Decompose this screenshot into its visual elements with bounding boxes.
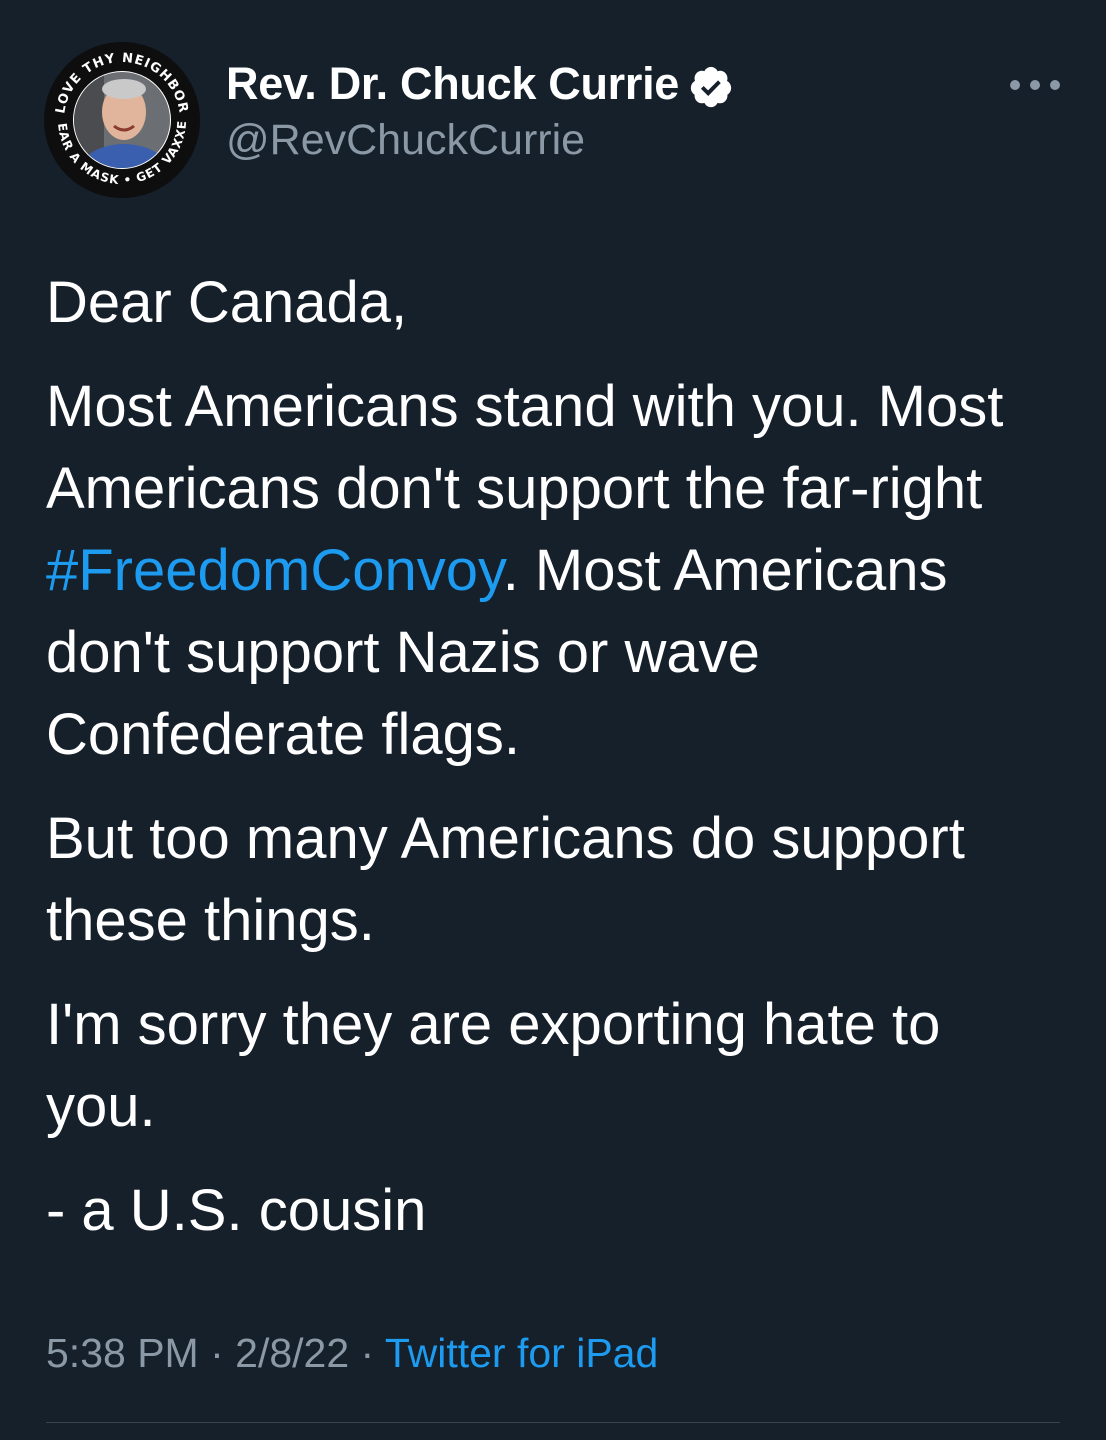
more-dot-icon: [1010, 80, 1020, 90]
more-options-button[interactable]: [1010, 70, 1060, 100]
meta-separator: ·: [349, 1330, 385, 1376]
tweet-signoff: - a U.S. cousin: [46, 1178, 427, 1243]
tweet-paragraph: But too many Americans do support these …: [46, 806, 965, 953]
avatar-image: LOVE THY NEIGHBOR WEAR A MASK • GET VAXX…: [44, 42, 200, 198]
tweet-text: Dear Canada, Most Americans stand with y…: [46, 262, 1066, 1274]
more-dot-icon: [1030, 80, 1040, 90]
divider: [46, 1422, 1060, 1423]
more-dot-icon: [1050, 80, 1060, 90]
user-handle[interactable]: @RevChuckCurrie: [226, 116, 585, 165]
display-name[interactable]: Rev. Dr. Chuck Currie: [226, 58, 679, 110]
tweet-paragraph: I'm sorry they are exporting hate to you…: [46, 992, 941, 1139]
tweet-paragraph-main: Most Americans stand with you. Most Amer…: [46, 366, 1066, 776]
meta-separator: ·: [198, 1330, 236, 1376]
tweet-meta: 5:38 PM · 2/8/22 · Twitter for iPad: [46, 1330, 658, 1377]
tweet-date[interactable]: 2/8/22: [235, 1330, 349, 1376]
verified-badge-icon: [690, 66, 732, 108]
tweet-time[interactable]: 5:38 PM: [46, 1330, 199, 1376]
tweet: LOVE THY NEIGHBOR WEAR A MASK • GET VAXX…: [0, 0, 1106, 1440]
tweet-greeting: Dear Canada,: [46, 270, 408, 335]
tweet-source-link[interactable]: Twitter for iPad: [385, 1330, 658, 1376]
avatar[interactable]: LOVE THY NEIGHBOR WEAR A MASK • GET VAXX…: [44, 42, 200, 198]
tweet-text-segment: Most Americans stand with you. Most Amer…: [46, 374, 1004, 521]
hashtag-link[interactable]: #FreedomConvoy: [46, 538, 503, 603]
